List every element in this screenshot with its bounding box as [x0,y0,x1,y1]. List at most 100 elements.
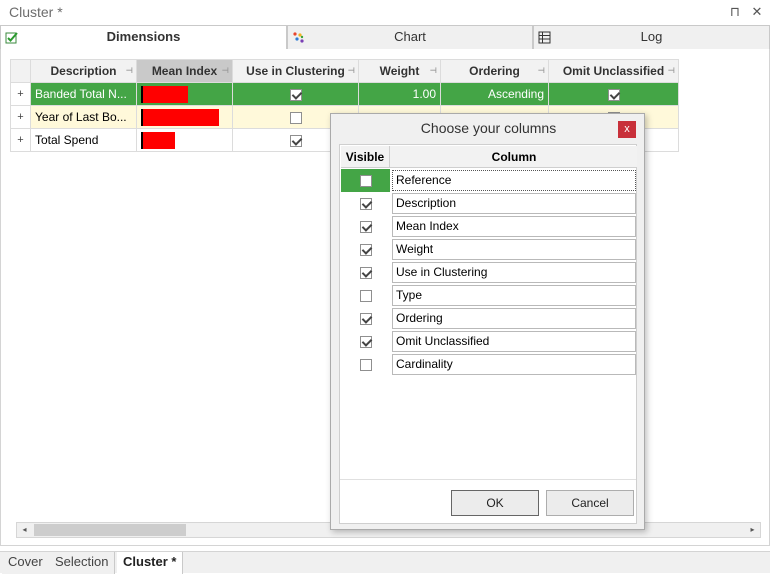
cell-mean-index [136,128,233,152]
dialog-title: Choose your columns [420,120,557,136]
column-name[interactable]: Cardinality [392,354,636,375]
row-expander-icon[interactable]: + [10,82,31,106]
tab-label: Chart [394,29,426,44]
dialog-close-icon[interactable]: x [618,121,636,138]
column-list-item[interactable]: Weight [341,238,637,261]
tab-log[interactable]: Log [533,25,770,49]
cell-omit-unclassified[interactable] [548,82,679,106]
visible-checkbox[interactable] [359,220,372,233]
cell-mean-index [136,82,233,106]
column-pin-icon[interactable]: ⊣ [538,66,545,75]
col-header-ordering[interactable]: Ordering ⊣ [440,59,549,83]
scroll-left-icon[interactable]: ◂ [17,523,32,537]
window-title: Cluster * [9,4,63,20]
column-list-item[interactable]: Omit Unclassified [341,330,637,353]
visible-checkbox[interactable] [359,243,372,256]
use-in-clustering-checkbox[interactable] [289,88,302,101]
visible-cell[interactable] [341,353,390,376]
cell-ordering[interactable]: Ascending [440,82,549,106]
column-pin-icon[interactable]: ⊣ [348,66,355,75]
use-in-clustering-checkbox[interactable] [289,111,302,124]
tab-dimensions[interactable]: Dimensions [0,25,287,50]
log-table-icon [538,31,551,44]
col-header-omit-unclassified[interactable]: Omit Unclassified ⊣ [548,59,679,83]
column-list: Visible Column Reference Description Mean … [339,144,637,524]
visible-cell[interactable] [341,192,390,215]
column-name[interactable]: Omit Unclassified [392,331,636,352]
view-tabs: Dimensions Chart Log [0,25,770,50]
column-list-item[interactable]: Cardinality [341,353,637,376]
document-tabs: Cover Selection Cluster * [0,551,770,574]
cell-weight[interactable]: 1.00 [358,82,441,106]
visible-checkbox[interactable] [359,174,372,187]
tab-label: Log [640,29,663,44]
column-pin-icon[interactable]: ⊣ [222,66,229,75]
tab-selection[interactable]: Selection [49,552,116,574]
mean-index-bar [141,108,219,126]
tab-cover[interactable]: Cover [2,552,50,574]
column-list-item[interactable]: Ordering [341,307,637,330]
visible-checkbox[interactable] [359,335,372,348]
cancel-button[interactable]: Cancel [546,490,634,516]
cell-use-in-clustering[interactable] [232,82,359,106]
window-titlebar: Cluster * ⊓ ✕ [0,0,770,24]
mean-index-bar [141,131,175,149]
column-list-item[interactable]: Description [341,192,637,215]
column-name[interactable]: Reference [392,170,636,191]
visible-checkbox[interactable] [359,289,372,302]
column-name[interactable]: Weight [392,239,636,260]
col-header-use-in-clustering[interactable]: Use in Clustering ⊣ [232,59,359,83]
grid-corner [10,59,31,83]
pin-icon[interactable]: ⊓ [726,3,744,21]
visible-cell[interactable] [341,330,390,353]
visible-checkbox[interactable] [359,266,372,279]
column-pin-icon[interactable]: ⊣ [430,66,437,75]
row-expander-icon[interactable]: + [10,128,31,152]
omit-unclassified-checkbox[interactable] [607,88,620,101]
column-name[interactable]: Ordering [392,308,636,329]
visible-checkbox[interactable] [359,197,372,210]
visible-cell[interactable] [341,261,390,284]
column-name[interactable]: Description [392,193,636,214]
scatter-chart-icon [293,32,304,43]
tab-label: Dimensions [106,29,181,44]
visible-cell[interactable] [341,169,390,192]
cell-description: Banded Total N... [30,82,137,106]
cell-mean-index [136,105,233,129]
visible-checkbox[interactable] [359,312,372,325]
column-name[interactable]: Mean Index [392,216,636,237]
column-list-item[interactable]: Mean Index [341,215,637,238]
check-list-icon [5,32,18,44]
col-header-mean-index[interactable]: Mean Index ⊣ [136,59,233,83]
column-list-header: Visible Column [341,146,637,168]
table-row[interactable]: + Banded Total N... 1.00 Ascending [10,82,679,106]
ok-button[interactable]: OK [451,490,539,516]
cell-description: Total Spend [30,128,137,152]
visible-checkbox[interactable] [359,358,372,371]
column-name[interactable]: Type [392,285,636,306]
column-list-item[interactable]: Use in Clustering [341,261,637,284]
tab-cluster[interactable]: Cluster * [117,552,184,574]
column-list-item[interactable]: Reference [341,169,637,192]
dialog-footer: OK Cancel [340,479,636,523]
column-list-item[interactable]: Type [341,284,637,307]
visible-cell[interactable] [341,284,390,307]
header-visible: Visible [341,146,390,168]
use-in-clustering-checkbox[interactable] [289,134,302,147]
visible-cell[interactable] [341,238,390,261]
mean-index-bar [141,85,188,103]
column-pin-icon[interactable]: ⊣ [126,66,133,75]
col-header-description[interactable]: Description ⊣ [30,59,137,83]
column-name[interactable]: Use in Clustering [392,262,636,283]
tab-chart[interactable]: Chart [287,25,533,49]
visible-cell[interactable] [341,215,390,238]
choose-columns-dialog: Choose your columns x Visible Column Ref… [330,113,645,530]
row-expander-icon[interactable]: + [10,105,31,129]
visible-cell[interactable] [341,307,390,330]
column-pin-icon[interactable]: ⊣ [668,66,675,75]
header-column: Column [491,150,537,164]
scroll-right-icon[interactable]: ▸ [745,523,760,537]
close-icon[interactable]: ✕ [748,3,766,21]
col-header-weight[interactable]: Weight ⊣ [358,59,441,83]
scrollbar-thumb[interactable] [34,524,186,536]
